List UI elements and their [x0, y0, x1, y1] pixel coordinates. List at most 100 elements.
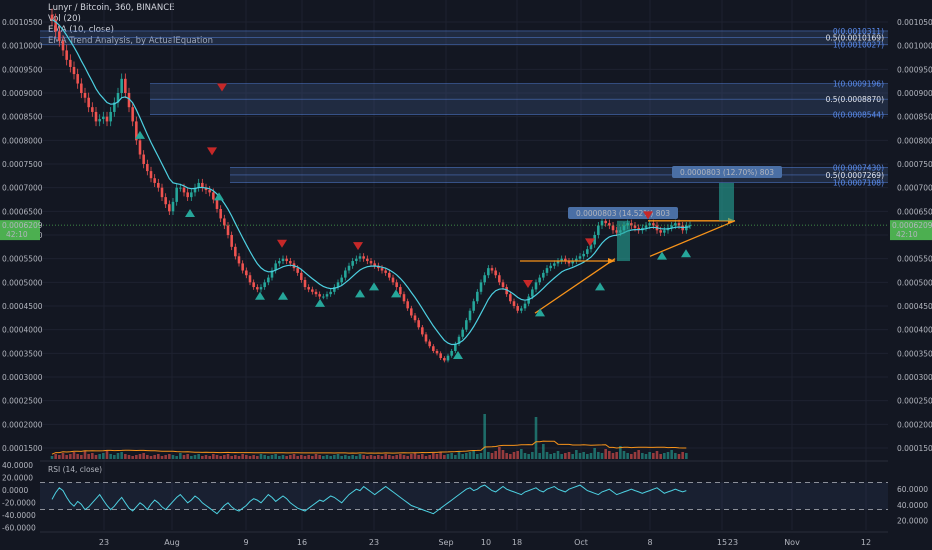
- volume-bar: [366, 456, 369, 459]
- rsi-legend[interactable]: RSI (14, close): [48, 465, 102, 474]
- volume-bar: [523, 453, 527, 459]
- price-tick-right: 0.0007000: [897, 184, 932, 193]
- candle: [179, 187, 182, 189]
- volume-bar: [446, 454, 450, 459]
- time-tick: 18: [512, 538, 522, 547]
- volume-bar: [402, 455, 406, 459]
- volume-bar: [505, 453, 508, 459]
- candle: [410, 308, 413, 316]
- candle: [578, 256, 582, 259]
- candle: [325, 294, 329, 297]
- volume-bar: [641, 453, 644, 459]
- volume-bar: [87, 454, 90, 459]
- price-tick-left: 0.0006500: [2, 207, 43, 216]
- volume-bar: [608, 451, 611, 459]
- volume-bar: [655, 451, 659, 459]
- price-tick-left: 0.0005500: [2, 255, 43, 264]
- candle: [479, 282, 483, 292]
- volume-bar: [256, 456, 259, 459]
- volume-bar: [362, 455, 365, 459]
- candle: [105, 116, 109, 122]
- time-tick: Oct: [574, 538, 588, 547]
- candle: [285, 258, 288, 262]
- candle: [182, 187, 186, 193]
- price-chart[interactable]: 0(0.0010311)0.5(0.0010169)1(0.0010027)1(…: [0, 0, 932, 550]
- volume-bar: [241, 454, 244, 459]
- measure-box: [617, 220, 630, 262]
- volume-bar: [421, 454, 424, 459]
- volume-bar: [630, 454, 633, 459]
- candle: [142, 154, 145, 164]
- candle: [399, 287, 402, 295]
- volume-bar: [336, 454, 340, 459]
- candle: [531, 289, 534, 297]
- rsi-tick-right: 20.0000: [897, 516, 928, 525]
- volume-bar: [237, 456, 241, 459]
- volume-bar: [498, 447, 501, 459]
- volume-bar: [677, 454, 681, 459]
- price-tick-right: 0.0008000: [897, 136, 932, 145]
- candle: [311, 289, 314, 292]
- volume-bar: [259, 454, 263, 459]
- entry-signal: [255, 291, 265, 300]
- volume-bar: [509, 454, 512, 459]
- volume-bar: [443, 455, 446, 459]
- volume-bar: [567, 452, 571, 459]
- candle: [83, 93, 87, 98]
- candle: [131, 107, 134, 122]
- entry-signal: [681, 249, 691, 258]
- candle: [435, 350, 439, 354]
- candle: [347, 265, 351, 271]
- volume-bar: [65, 455, 68, 459]
- volume-bar: [538, 453, 541, 459]
- volume-bar: [230, 456, 233, 459]
- entry-signal: [369, 282, 379, 291]
- price-tick-left: 0.0004500: [2, 302, 43, 311]
- volume-bar: [465, 453, 468, 459]
- volume-bar: [468, 452, 472, 459]
- candle: [241, 263, 244, 271]
- price-tick-right: 0.0005500: [897, 255, 932, 264]
- volume-bar: [626, 453, 629, 459]
- candle: [340, 277, 343, 283]
- candle: [461, 329, 464, 337]
- volume-bar: [622, 451, 626, 459]
- candle: [237, 256, 241, 264]
- candle: [549, 265, 552, 269]
- volume-bar: [604, 449, 607, 459]
- candle: [245, 270, 248, 276]
- candle: [685, 225, 688, 231]
- entry-signal: [595, 282, 605, 291]
- candle: [208, 190, 211, 193]
- time-tick: Sep: [438, 538, 453, 547]
- volume-bar: [226, 454, 230, 459]
- volume-bar: [391, 456, 395, 459]
- price-tick-left: 0.0007000: [2, 184, 43, 193]
- rsi-pane: 40.0000 20.0000 0.0000 -20.0000 -40.0000 -60.…: [2, 461, 928, 533]
- volume-bar: [263, 455, 266, 459]
- volume-bar: [424, 456, 428, 459]
- price-tick-left: 0.0007500: [2, 160, 43, 169]
- candle: [611, 225, 615, 231]
- volume-bar: [549, 454, 552, 459]
- candle: [501, 282, 505, 288]
- volume-bar: [296, 456, 299, 459]
- volume-bar: [439, 452, 442, 459]
- candle: [391, 277, 395, 283]
- volume-bar: [314, 454, 318, 459]
- volume-bar: [252, 455, 255, 459]
- fib-zones: 0(0.0010311)0.5(0.0010169)1(0.0010027)1(…: [40, 27, 888, 188]
- entry-signal: [355, 289, 365, 298]
- candle: [307, 287, 310, 290]
- rsi-tick-left: 20.0000: [2, 474, 33, 483]
- time-tick: 16: [297, 538, 307, 547]
- volume-bar: [289, 455, 292, 459]
- volume-bar: [472, 450, 475, 459]
- volume-bar: [149, 456, 153, 459]
- volume-bar: [208, 456, 211, 459]
- candle: [509, 294, 512, 302]
- volume-bar: [171, 455, 175, 459]
- measure-box: [719, 182, 734, 221]
- time-tick: 10: [481, 538, 491, 547]
- candle: [160, 187, 164, 198]
